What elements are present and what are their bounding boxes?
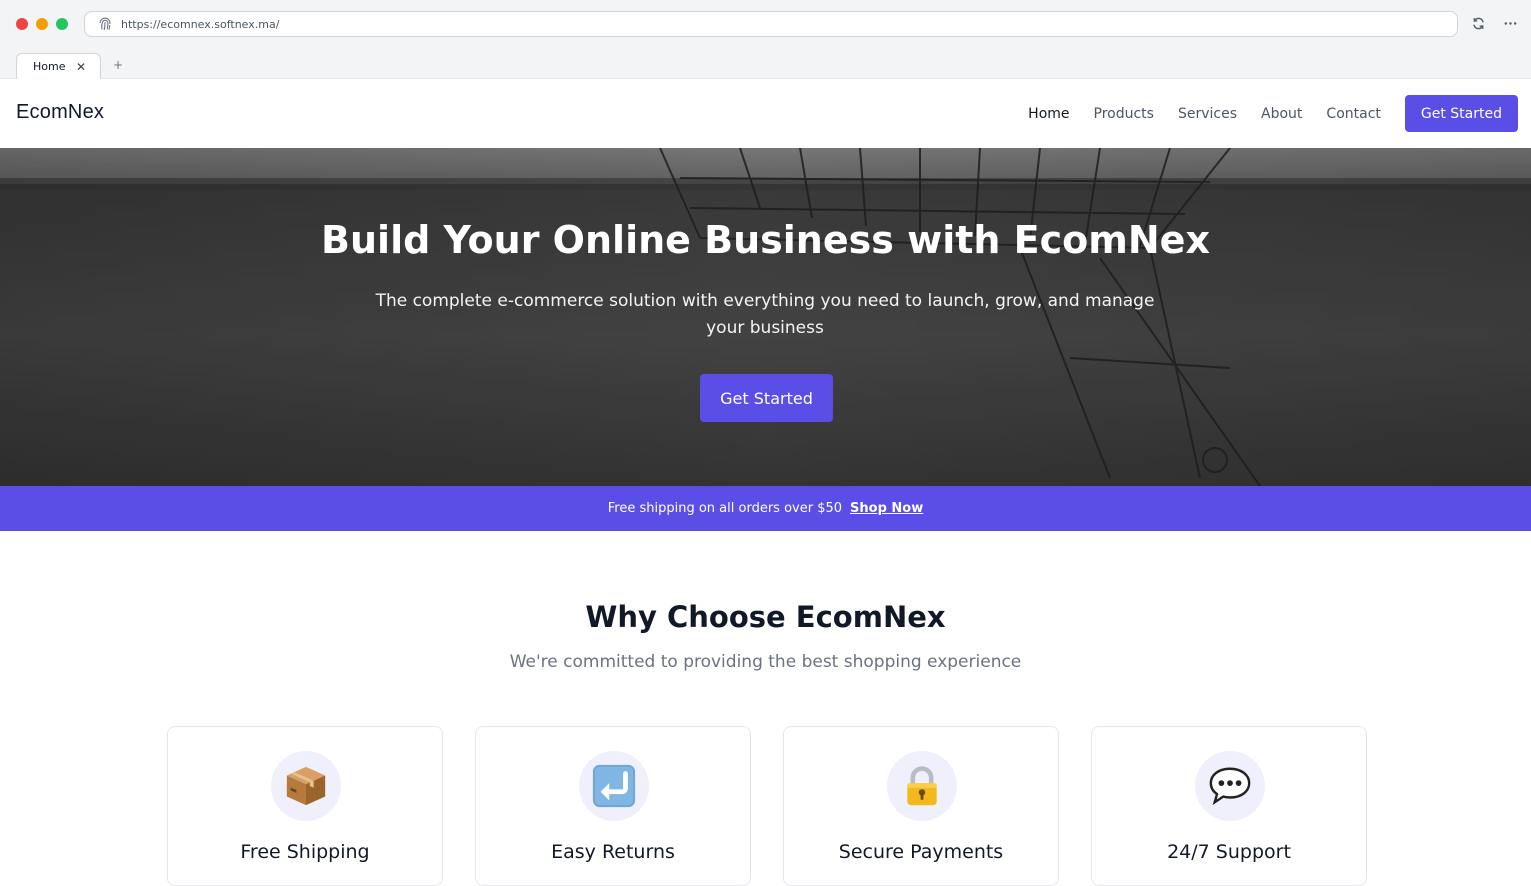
- feature-card-secure-payments: Secure Payments: [783, 726, 1059, 886]
- shop-now-link[interactable]: Shop Now: [850, 501, 923, 516]
- section-subtitle: We're committed to providing the best sh…: [509, 652, 1022, 672]
- hero-title: Build Your Online Business with EcomNex: [321, 218, 1210, 262]
- feature-card-support: 24/7 Support: [1091, 726, 1367, 886]
- close-tab-icon[interactable]: ✕: [76, 60, 86, 74]
- section-title: Why Choose EcomNex: [585, 600, 946, 634]
- maximize-window-button[interactable]: [56, 18, 68, 30]
- nav-item-products[interactable]: Products: [1094, 106, 1154, 122]
- icon-circle: [271, 751, 341, 821]
- address-bar[interactable]: https://ecomnex.softnex.ma/: [84, 11, 1458, 37]
- minimize-window-button[interactable]: [36, 18, 48, 30]
- tab-label: Home: [33, 60, 66, 73]
- speech-bubble-icon: [1209, 767, 1251, 806]
- feature-card-free-shipping: Free Shipping: [167, 726, 443, 886]
- nav-menu: Home Products Services About Contact Get…: [1028, 95, 1518, 132]
- lock-icon: [907, 766, 937, 806]
- icon-circle: [579, 751, 649, 821]
- hero-section: Build Your Online Business with EcomNex …: [0, 148, 1531, 486]
- hero-subtitle: The complete e-commerce solution with ev…: [375, 291, 1155, 338]
- nav-item-contact[interactable]: Contact: [1326, 106, 1380, 122]
- url-text: https://ecomnex.softnex.ma/: [121, 17, 280, 31]
- feature-title: Secure Payments: [838, 841, 1004, 863]
- site-navbar: EcomNex Home Products Services About Con…: [0, 79, 1531, 148]
- more-dots-icon: [1504, 21, 1516, 25]
- nav-item-home[interactable]: Home: [1028, 106, 1069, 122]
- feature-cards: Free Shipping Easy Returns Secure Paymen…: [167, 726, 1367, 886]
- new-tab-button[interactable]: +: [113, 58, 123, 72]
- icon-circle: [887, 751, 957, 821]
- tab-home[interactable]: Home ✕: [16, 53, 101, 79]
- browser-actions: [1469, 14, 1519, 32]
- reload-icon: [1472, 17, 1484, 29]
- feature-title: 24/7 Support: [1167, 841, 1291, 863]
- fingerprint-icon: [99, 17, 111, 31]
- package-icon: [286, 766, 326, 806]
- promo-text: Free shipping on all orders over $50: [607, 501, 843, 516]
- feature-card-easy-returns: Easy Returns: [475, 726, 751, 886]
- close-window-button[interactable]: [16, 18, 28, 30]
- nav-get-started-button[interactable]: Get Started: [1404, 95, 1518, 132]
- window-controls: [16, 18, 68, 30]
- more-menu-button[interactable]: [1501, 14, 1519, 32]
- nav-item-services[interactable]: Services: [1178, 106, 1237, 122]
- promo-banner: Free shipping on all orders over $50 Sho…: [0, 486, 1531, 531]
- feature-title: Free Shipping: [240, 841, 370, 863]
- return-arrow-icon: [592, 764, 636, 808]
- icon-circle: [1195, 751, 1265, 821]
- brand-logo[interactable]: EcomNex: [16, 101, 104, 124]
- browser-chrome: https://ecomnex.softnex.ma/ Home ✕ +: [0, 0, 1531, 79]
- nav-item-about[interactable]: About: [1261, 106, 1302, 122]
- feature-title: Easy Returns: [551, 841, 675, 863]
- reload-button[interactable]: [1469, 14, 1487, 32]
- hero-get-started-button[interactable]: Get Started: [700, 374, 833, 422]
